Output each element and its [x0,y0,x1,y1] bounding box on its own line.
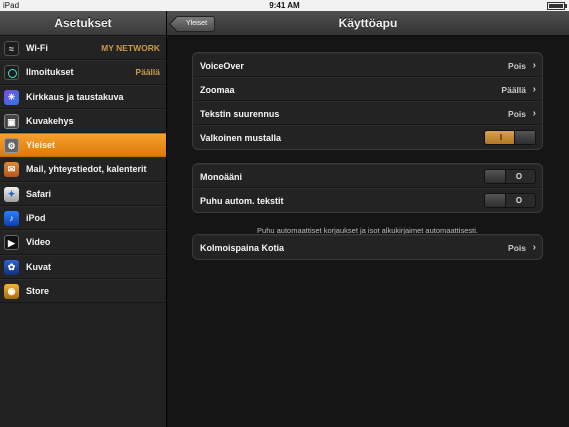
wifi-icon: ≈ [4,41,19,56]
sidebar-item-label: Wi-Fi [26,43,48,53]
row-label: Puhu autom. tekstit [200,196,284,206]
row-label: Monoääni [200,172,242,182]
row-value: Pois [508,61,526,71]
gear-icon: ⚙ [4,138,19,154]
accessibility-pane: Yleiset Käyttöapu VoiceOver Pois › Zooma… [167,11,569,427]
picture-frame-icon: ▣ [4,113,19,129]
toggle-knob [485,170,506,183]
zoom-row[interactable]: Zoomaa Päällä › [193,77,542,101]
row-label: VoiceOver [200,61,244,71]
toggle-state: O [515,196,523,205]
mono-audio-toggle[interactable]: O [484,169,536,184]
sidebar-item-label: Ilmoitukset [26,67,74,78]
chevron-right-icon: › [532,108,536,119]
sidebar-item-value: Päällä [135,67,160,78]
page-title: Käyttöapu [338,16,398,30]
toggle-state: I [499,133,503,142]
sidebar-item-label: Mail, yhteystiedot, kalenterit [26,164,147,175]
sidebar-item-notifications[interactable]: Ilmoitukset Päällä [0,60,166,85]
sidebar-item-picture-frame[interactable]: ▣ Kuvakehys [0,108,166,134]
sidebar-item-label: Kuvat [26,261,52,272]
row-value: Pois [508,243,526,253]
sidebar-item-label: Safari [26,188,52,199]
video-icon: ▶ [4,235,19,251]
battery-icon [547,2,567,10]
mail-icon: ✉ [4,162,19,178]
toggle-knob [514,131,535,144]
mono-audio-row: Monoääni O [193,164,542,188]
chevron-right-icon: › [532,84,536,95]
nav-bar: Yleiset Käyttöapu [167,11,569,36]
sidebar-item-value: MY NETWORK [101,43,160,53]
accessibility-group-home: Kolmoispaina Kotia Pois › [192,234,543,260]
compass-icon: ✦ [4,186,19,202]
music-icon: ♪ [4,211,19,227]
accessibility-group-vision: VoiceOver Pois › Zoomaa Päällä › Tekstin… [192,52,543,150]
sidebar-item-video[interactable]: ▶ Video [0,230,166,255]
sidebar-item-label: Video [26,237,51,248]
clock: 9:41 AM [269,1,300,10]
sidebar-item-safari[interactable]: ✦ Safari [0,181,166,207]
sidebar-item-mail[interactable]: ✉ Mail, yhteystiedot, kalenterit [0,157,166,182]
voiceover-row[interactable]: VoiceOver Pois › [193,53,542,77]
status-bar: iPad 9:41 AM [0,0,569,11]
row-label: Valkoinen mustalla [200,133,282,143]
row-label: Zoomaa [200,85,235,95]
photos-icon: ✿ [4,259,19,275]
chevron-right-icon: › [532,60,536,71]
sidebar-item-ipod[interactable]: ♪ iPod [0,206,166,231]
accessibility-group-audio: Monoääni O Puhu autom. tekstit O [192,163,543,213]
sidebar-item-brightness[interactable]: ☀ Kirkkaus ja taustakuva [0,84,166,109]
toggle-state: O [515,172,523,181]
speak-autotext-row: Puhu autom. tekstit O [193,188,542,212]
sidebar-item-label: Store [26,285,50,296]
row-value: Pois [508,109,526,119]
brightness-icon: ☀ [4,89,19,105]
sidebar-item-label: Kirkkaus ja taustakuva [26,91,124,102]
speak-autotext-toggle[interactable]: O [484,193,536,208]
row-label: Kolmoispaina Kotia [200,243,285,253]
row-label: Tekstin suurennus [200,109,280,119]
sidebar-item-general[interactable]: ⚙ Yleiset [0,133,166,158]
sidebar-item-label: Kuvakehys [26,115,74,126]
notifications-icon [4,65,19,81]
sidebar-item-photos[interactable]: ✿ Kuvat [0,254,166,279]
sidebar-item-wifi[interactable]: ≈ Wi-Fi MY NETWORK [0,36,166,61]
sidebar-item-store[interactable]: ◉ Store [0,278,166,304]
toggle-knob [485,194,506,207]
row-value: Päällä [501,85,526,95]
sidebar-item-label: Yleiset [26,140,56,151]
sidebar-item-label: iPod [26,213,46,224]
settings-sidebar: Asetukset ≈ Wi-Fi MY NETWORK Ilmoitukset… [0,11,167,427]
white-on-black-toggle[interactable]: I [484,130,536,145]
store-icon: ◉ [4,283,19,299]
sidebar-title: Asetukset [0,11,166,36]
triple-click-home-row[interactable]: Kolmoispaina Kotia Pois › [193,235,542,259]
white-on-black-row: Valkoinen mustalla I [193,125,542,149]
chevron-right-icon: › [532,242,536,253]
large-text-row[interactable]: Tekstin suurennus Pois › [193,101,542,125]
